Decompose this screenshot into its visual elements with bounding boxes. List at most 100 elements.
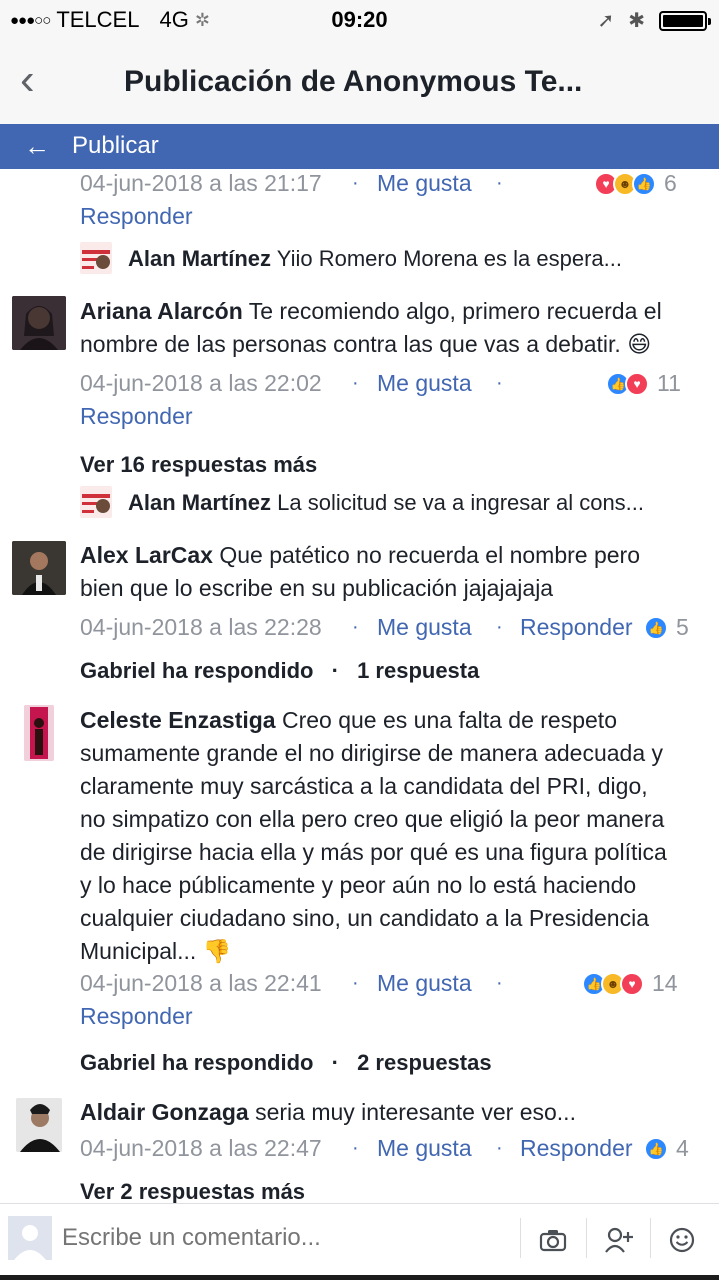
- reply-preview[interactable]: Alan Martínez Yiio Romero Morena es la e…: [128, 246, 622, 272]
- like-reaction-icon: 👍: [644, 615, 668, 640]
- replied-by: Gabriel ha respondido: [80, 1050, 314, 1075]
- reactions-summary[interactable]: 👍 ☻ ♥ 14: [582, 970, 678, 997]
- separator-dot: ·: [496, 372, 503, 394]
- separator-dot: ·: [496, 172, 503, 194]
- comment-text-line: claramente muy sarcástica a la candidata…: [80, 773, 648, 799]
- reply-author[interactable]: Alan Martínez: [128, 246, 271, 271]
- navigation-bar: ‹ Publicación de Anonymous Te...: [0, 40, 719, 124]
- reactions-summary[interactable]: 👍 5: [644, 614, 689, 641]
- like-link[interactable]: Me gusta: [377, 614, 472, 641]
- battery-icon: [659, 10, 711, 31]
- separator-dot: ·: [352, 372, 359, 394]
- reaction-count: 5: [676, 614, 689, 640]
- location-icon: ➚: [597, 10, 615, 32]
- avatar[interactable]: [12, 296, 66, 350]
- separator-dot: ·: [496, 616, 503, 638]
- comment-text-line: Creo que es una falta de respeto: [281, 707, 617, 733]
- comment-timestamp: 04-jun-2018 a las 22:28: [80, 614, 322, 640]
- avatar[interactable]: [12, 541, 66, 595]
- reaction-count: 4: [676, 1135, 689, 1161]
- reaction-count: 14: [652, 970, 678, 996]
- comment-input[interactable]: [62, 1224, 502, 1252]
- view-more-replies-link[interactable]: Ver 16 respuestas más: [80, 452, 317, 478]
- avatar[interactable]: [80, 242, 112, 274]
- comment-timestamp: 04-jun-2018 a las 22:41: [80, 970, 322, 996]
- comment-composer: [0, 1203, 719, 1275]
- comment-text-line: Municipal... 👎: [80, 938, 232, 964]
- reply-link[interactable]: Responder: [80, 403, 193, 430]
- publish-label[interactable]: Publicar: [72, 132, 159, 160]
- comment-body: Aldair Gonzaga seria muy interesante ver…: [80, 1096, 576, 1129]
- reply-text: Yiio Romero Morena es la espera...: [276, 246, 622, 271]
- reply-link[interactable]: Responder: [80, 1003, 193, 1030]
- comment-text-line: de dirigirse hacia ella y más por qué es…: [80, 839, 667, 865]
- reply-preview[interactable]: Alan Martínez La solicitud se va a ingre…: [128, 490, 644, 516]
- replies-summary-link[interactable]: Gabriel ha respondido · 2 respuestas: [80, 1050, 492, 1076]
- reactions-summary[interactable]: 👍 4: [644, 1135, 689, 1162]
- like-link[interactable]: Me gusta: [377, 1135, 472, 1162]
- status-bar: ●●●○○ TELCEL 4G ✲ 09:20 ➚ ✱: [0, 0, 719, 40]
- avatar[interactable]: [16, 1098, 62, 1152]
- separator-dot: ·: [496, 972, 503, 994]
- camera-icon[interactable]: [535, 1222, 571, 1258]
- separator-dot: ·: [352, 616, 359, 638]
- reply-text: La solicitud se va a ingresar al cons...: [277, 490, 645, 515]
- divider: [650, 1218, 651, 1258]
- divider: [520, 1218, 521, 1258]
- avatar[interactable]: [24, 705, 54, 761]
- comment-body: Celeste Enzastiga Creo que es una falta …: [80, 704, 617, 737]
- add-friend-icon[interactable]: [601, 1222, 637, 1258]
- reply-link[interactable]: Responder: [80, 203, 193, 230]
- replies-summary-link[interactable]: Gabriel ha respondido · 1 respuesta: [80, 658, 479, 684]
- reactions-summary[interactable]: ♥ ☻ 👍 6: [594, 170, 677, 197]
- separator-dot: ·: [352, 972, 359, 994]
- reply-link[interactable]: Responder: [520, 1135, 633, 1162]
- comment-timestamp: 04-jun-2018 a las 21:17: [80, 170, 322, 196]
- comment-text-line: seria muy interesante ver eso...: [255, 1099, 576, 1125]
- comment-author[interactable]: Alex LarCax: [80, 542, 213, 568]
- separator-dot: ·: [352, 172, 359, 194]
- comment-author[interactable]: Aldair Gonzaga: [80, 1099, 249, 1125]
- separator-dot: ·: [352, 1137, 359, 1159]
- divider: [586, 1218, 587, 1258]
- reply-author[interactable]: Alan Martínez: [128, 490, 271, 515]
- comment-text-line: no simpatizo con ella pero creo que elig…: [80, 806, 665, 832]
- comments-feed[interactable]: 04-jun-2018 a las 21:17 · Me gusta · ♥ ☻…: [0, 169, 719, 1203]
- reply-link[interactable]: Responder: [520, 614, 633, 641]
- like-link[interactable]: Me gusta: [377, 170, 472, 197]
- like-link[interactable]: Me gusta: [377, 370, 472, 397]
- comment-text-line: sumamente grande el no dirigirse de mane…: [80, 740, 664, 766]
- separator-dot: ·: [496, 1137, 503, 1159]
- separator-dot: ·: [331, 658, 339, 683]
- comment-text-line: y lo hace públicamente y peor aún no lo …: [80, 872, 637, 898]
- replies-count: 2 respuestas: [357, 1050, 492, 1075]
- like-link[interactable]: Me gusta: [377, 970, 472, 997]
- replied-by: Gabriel ha respondido: [80, 658, 314, 683]
- separator-dot: ·: [331, 1050, 339, 1075]
- emoji-icon[interactable]: [664, 1222, 700, 1258]
- comment-text-line: Te recomiendo algo, primero recuerda el: [248, 298, 662, 324]
- reaction-count: 6: [664, 170, 677, 196]
- view-more-replies-link[interactable]: Ver 2 respuestas más: [80, 1179, 305, 1203]
- comment-text-line: cualquier ciudadano sino, un candidato a…: [80, 905, 650, 931]
- avatar[interactable]: [80, 486, 112, 518]
- back-chevron-icon[interactable]: ‹: [20, 58, 35, 102]
- comment-timestamp: 04-jun-2018 a las 22:02: [80, 370, 322, 396]
- back-arrow-icon[interactable]: ←: [24, 131, 50, 162]
- like-reaction-icon: 👍: [644, 1136, 668, 1161]
- comment-author[interactable]: Celeste Enzastiga: [80, 707, 276, 733]
- status-right: ➚ ✱: [597, 8, 711, 33]
- reactions-summary[interactable]: 👍 ♥ 11: [606, 370, 681, 397]
- replies-count: 1 respuesta: [357, 658, 480, 683]
- publish-bar[interactable]: ← Publicar: [0, 124, 719, 169]
- bluetooth-icon: ✱: [628, 10, 645, 32]
- comment-author[interactable]: Ariana Alarcón: [80, 298, 243, 324]
- comment-text-line: nombre de las personas contra las que va…: [80, 331, 652, 357]
- bottom-edge: [0, 1275, 719, 1280]
- page-title: Publicación de Anonymous Te...: [124, 65, 583, 98]
- love-reaction-icon: ♥: [620, 971, 644, 996]
- love-reaction-icon: ♥: [625, 371, 649, 396]
- comment-body: Ariana Alarcón Te recomiendo algo, prime…: [80, 295, 662, 328]
- comment-timestamp: 04-jun-2018 a las 22:47: [80, 1135, 322, 1161]
- like-reaction-icon: 👍: [632, 171, 656, 196]
